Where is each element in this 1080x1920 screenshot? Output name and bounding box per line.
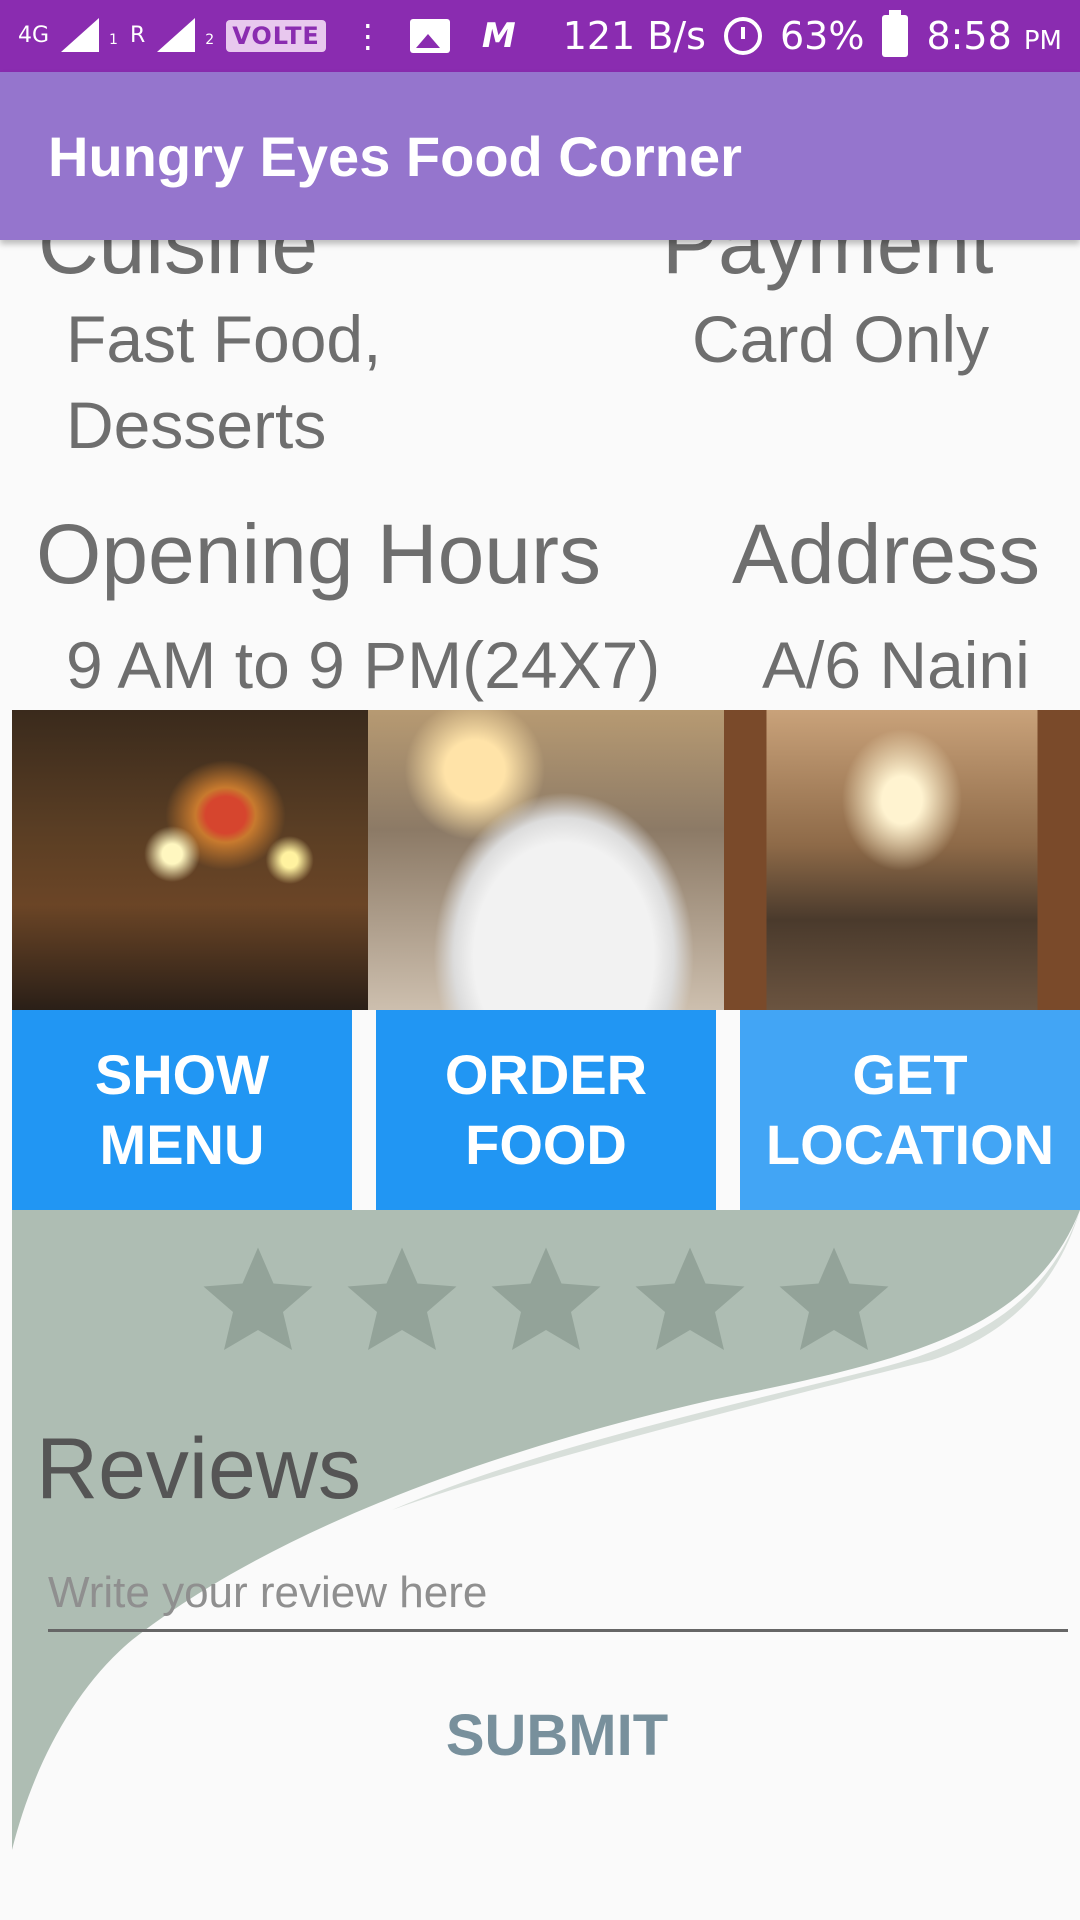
restaurant-photos [12, 710, 1080, 1010]
order-food-label-line2: FOOD [465, 1113, 627, 1176]
show-menu-button[interactable]: SHOW MENU [12, 1010, 352, 1210]
app-notification-icon: M [481, 16, 516, 56]
star-icon-4[interactable] [630, 1240, 750, 1360]
restaurant-photo-interior [724, 710, 1080, 1010]
sim2-label: 2 [205, 32, 215, 48]
show-menu-label: SHOW MENU [95, 1040, 269, 1180]
app-bar: Hungry Eyes Food Corner [0, 72, 1080, 240]
star-icon-2[interactable] [342, 1240, 462, 1360]
status-bar: 4G 1 R 2 VOLTE ⋮ M 121 B/s 63% 8:58 PM [0, 0, 1080, 72]
clock-time: 8:58 [926, 14, 1012, 58]
signal-icon [61, 18, 105, 54]
get-location-label-line1: GET [852, 1043, 968, 1106]
get-location-label: GET LOCATION [766, 1040, 1054, 1180]
show-menu-label-line1: SHOW [94, 1043, 270, 1106]
order-food-label-line1: ORDER [444, 1043, 648, 1106]
cuisine-value-line2: Desserts [66, 388, 327, 462]
clock-ampm: PM [1023, 26, 1062, 56]
rating-bar[interactable] [12, 1240, 1080, 1370]
screen: 4G 1 R 2 VOLTE ⋮ M 121 B/s 63% 8:58 PM H… [0, 0, 1080, 1920]
clock: 8:58 PM [926, 14, 1062, 58]
battery-percent: 63% [779, 14, 865, 58]
roaming-label: R [129, 23, 146, 48]
status-right: 121 B/s 63% 8:58 PM [562, 10, 1062, 58]
restaurant-photo-food-plate [368, 710, 724, 1010]
submit-button[interactable]: SUBMIT [12, 1680, 1080, 1790]
star-icon-1[interactable] [198, 1240, 318, 1360]
star-icon-5[interactable] [774, 1240, 894, 1360]
alarm-icon [723, 17, 762, 55]
address-value: A/6 Naini [762, 628, 1030, 702]
get-location-button[interactable]: GET LOCATION [740, 1010, 1080, 1210]
status-left: 4G 1 R 2 VOLTE ⋮ M [18, 16, 516, 56]
review-panel: Reviews SUBMIT [12, 1210, 1080, 1920]
signal-icon-2 [157, 18, 201, 54]
payment-value: Card Only [692, 302, 990, 376]
cuisine-value-line1: Fast Food, [66, 302, 382, 376]
address-heading: Address [732, 507, 1041, 601]
action-buttons: SHOW MENU ORDER FOOD GET LOCATION [12, 1010, 1080, 1210]
show-menu-label-line2: MENU [99, 1113, 265, 1176]
star-icon-3[interactable] [486, 1240, 606, 1360]
review-input[interactable] [48, 1556, 1068, 1632]
reviews-title: Reviews [36, 1421, 361, 1517]
network-speed: 121 B/s [562, 14, 706, 58]
get-location-label-line2: LOCATION [765, 1113, 1055, 1176]
order-food-label: ORDER FOOD [445, 1040, 647, 1180]
volte-badge: VOLTE [226, 20, 326, 52]
battery-icon [882, 10, 909, 57]
order-food-button[interactable]: ORDER FOOD [376, 1010, 716, 1210]
network-type: 4G [18, 23, 50, 48]
restaurant-photo-dining-table [12, 710, 368, 1010]
image-notification-icon [409, 19, 450, 53]
opening-hours-heading: Opening Hours [36, 507, 601, 601]
sim1-label: 1 [109, 32, 118, 48]
app-title: Hungry Eyes Food Corner [48, 124, 742, 188]
opening-hours-value: 9 AM to 9 PM(24X7) [66, 628, 661, 702]
more-notifications-icon: ⋮ [351, 17, 384, 55]
